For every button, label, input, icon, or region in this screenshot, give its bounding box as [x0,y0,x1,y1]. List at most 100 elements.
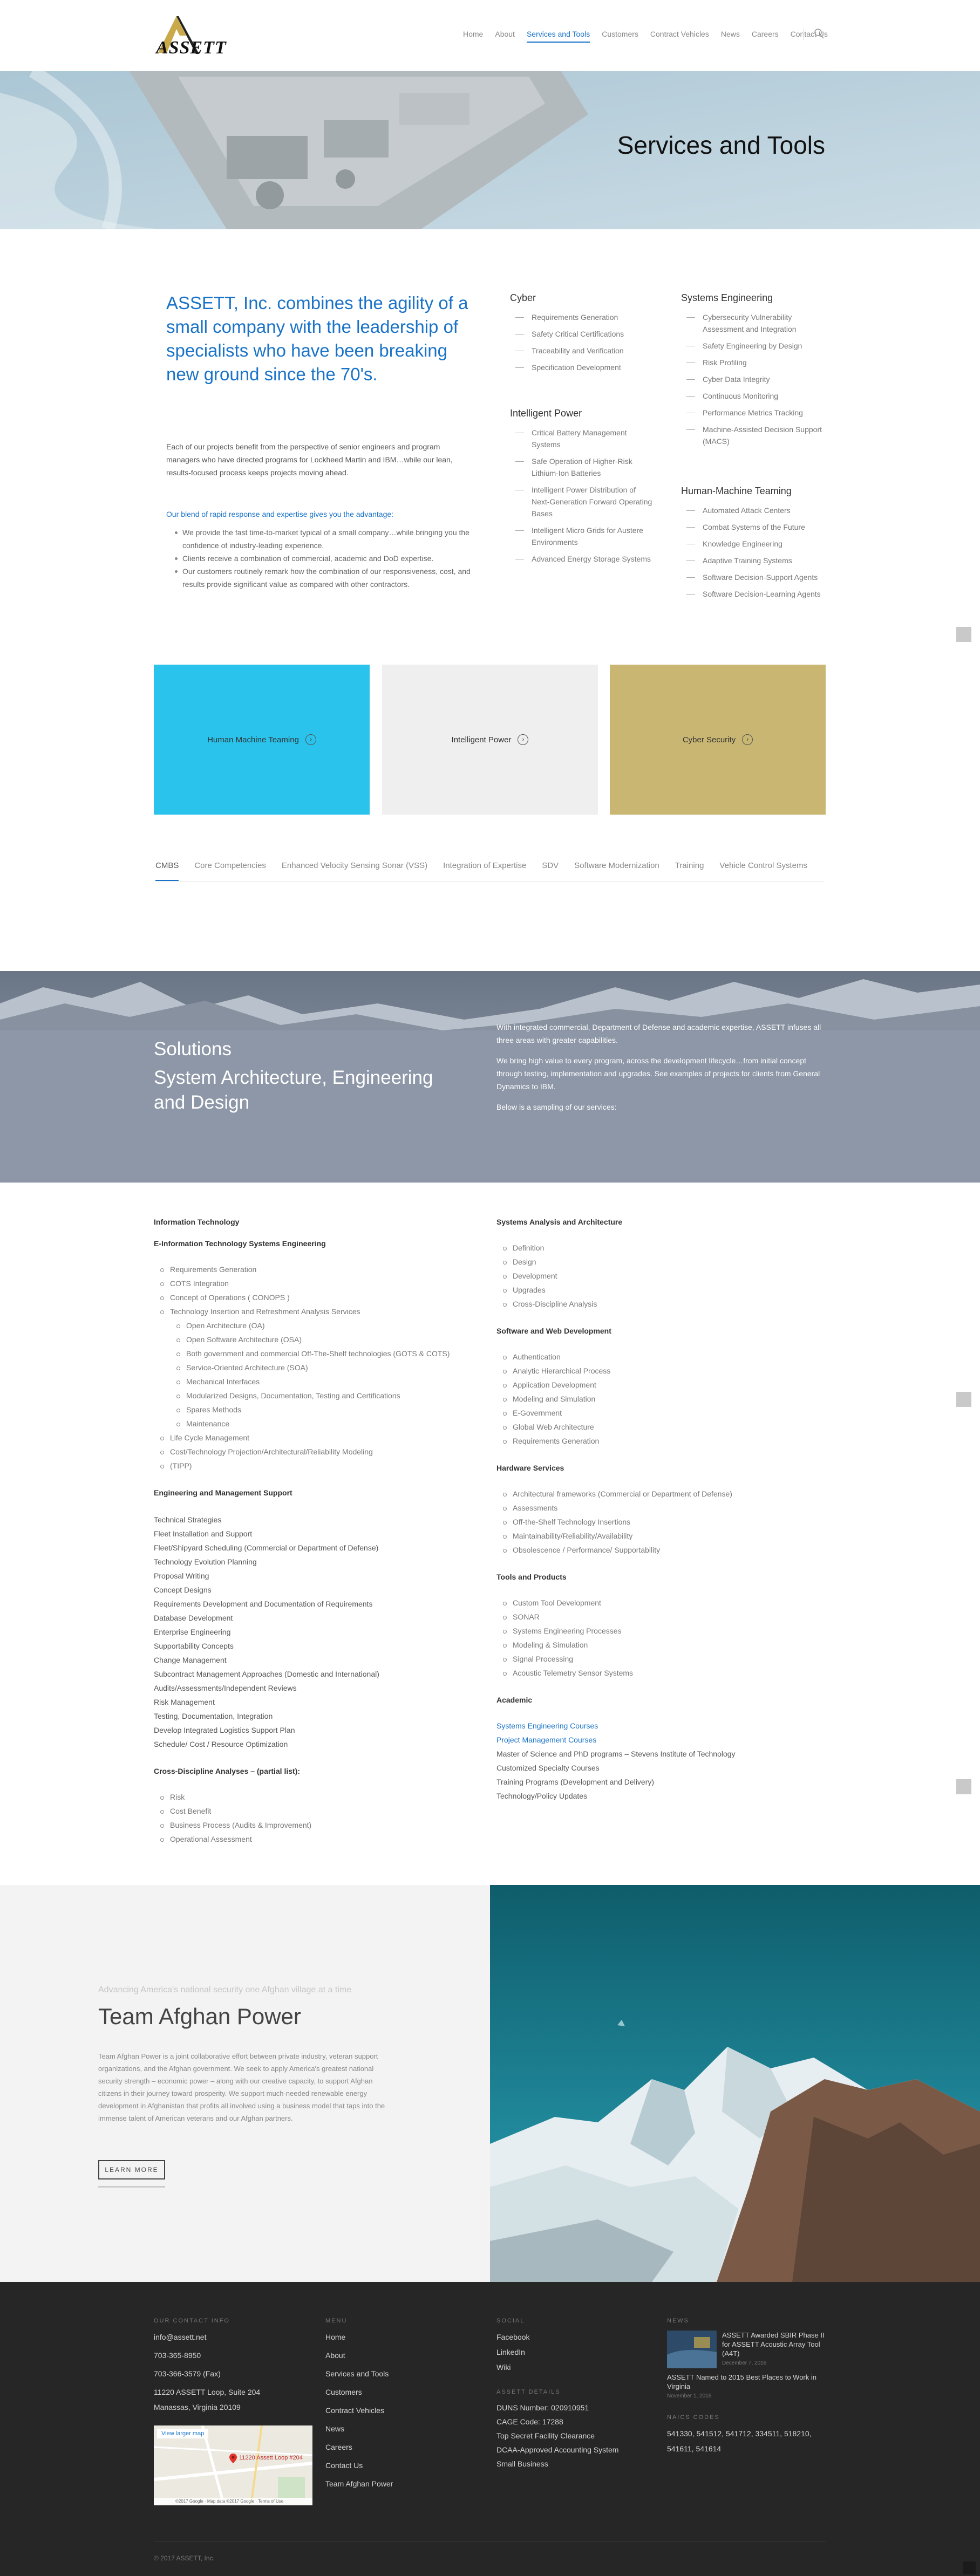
systems-analysis-heading: Systems Analysis and Architecture [496,1218,623,1226]
scroll-to-top-button[interactable] [956,1779,971,1794]
tab-training[interactable]: Training [675,861,704,881]
footer-menu: MENU Home About Services and Tools Custo… [325,2318,460,2491]
nav-contract-vehicles[interactable]: Contract Vehicles [650,30,709,43]
intro-headline: ASSETT, Inc. combines the agility of a s… [166,293,468,384]
list-item: Safety Critical Certifications [510,328,656,340]
list-item: We provide the fast time-to-market typic… [175,526,474,552]
search-icon[interactable] [814,28,825,40]
list-item: Authentication [496,1350,826,1364]
cyber-heading: Cyber [510,292,536,303]
list-item: Modularized Designs, Documentation, Test… [154,1389,478,1403]
intelligent-power-heading: Intelligent Power [510,408,582,419]
footer-menu-about[interactable]: About [325,2348,460,2363]
logo-wordmark: ASSETT [156,38,227,58]
cyber-security-card[interactable]: Cyber Security › [610,665,826,815]
list-item: Proposal Writing [154,1571,209,1580]
solutions-text: With integrated commercial, Department o… [496,1021,826,1121]
footer-address-line: Manassas, Virginia 20109 [154,2403,241,2411]
arrow-right-icon: › [518,734,529,745]
site-footer: OUR CONTACT INFO info@assett.net 703-365… [0,2282,980,2576]
list-item: Spares Methods [154,1403,478,1417]
intelligent-power-card[interactable]: Intelligent Power › [382,665,598,815]
facebook-link[interactable]: Facebook [496,2329,648,2345]
scroll-to-top-button[interactable] [956,1392,971,1407]
news-date: December 7, 2016 [722,2360,767,2366]
footer-email[interactable]: info@assett.net [154,2329,316,2345]
list-item: Concept of Operations ( CONOPS ) [154,1290,478,1304]
systems-engineering-heading: Systems Engineering [681,292,773,303]
list-item: Maintenance [154,1417,478,1431]
list-item: Technology Insertion and Refreshment Ana… [154,1304,478,1318]
footer-menu-careers[interactable]: Careers [325,2440,460,2455]
solutions-paragraph: With integrated commercial, Department o… [496,1023,821,1044]
systems-engineering-column: Systems Engineering Cybersecurity Vulner… [681,292,827,452]
list-item: Specification Development [510,361,656,373]
tab-integration-of-expertise[interactable]: Integration of Expertise [443,861,526,881]
footer-menu-team-afghan-power[interactable]: Team Afghan Power [325,2476,460,2491]
wiki-link[interactable]: Wiki [496,2360,648,2375]
list-item: Testing, Documentation, Integration [154,1712,273,1720]
list-item: Enterprise Engineering [154,1628,231,1636]
tab-vehicle-control-systems[interactable]: Vehicle Control Systems [719,861,807,881]
list-item: Intelligent Power Distribution of Next-G… [510,484,656,520]
tab-cmbs[interactable]: CMBS [155,861,179,881]
list-item: Design [496,1255,826,1269]
nav-news[interactable]: News [721,30,740,43]
systems-engineering-courses-link[interactable]: Systems Engineering Courses [496,1719,826,1733]
nav-home[interactable]: Home [463,30,483,43]
footer-phone[interactable]: 703-365-8950 [154,2348,316,2363]
card-label: Intelligent Power [451,735,512,744]
scroll-to-top-button[interactable] [956,627,971,642]
footer-menu-services[interactable]: Services and Tools [325,2366,460,2381]
footer-contact: OUR CONTACT INFO info@assett.net 703-365… [154,2318,316,2415]
tab-core-competencies[interactable]: Core Competencies [194,861,266,881]
solutions-band [0,971,980,1183]
footer-menu-customers[interactable]: Customers [325,2384,460,2400]
list-item: Development [496,1269,826,1283]
list-item: Upgrades [496,1283,826,1297]
view-larger-map-link[interactable]: View larger map [157,2429,209,2438]
page-title: Services and Tools [617,131,825,159]
nav-services-and-tools[interactable]: Services and Tools [526,30,590,43]
advantage-list: We provide the fast time-to-market typic… [175,526,474,591]
learn-more-button[interactable]: LEARN MORE [98,2160,165,2179]
location-map[interactable]: View larger map 11220 Assett Loop #204 ©… [154,2425,312,2505]
list-item: Application Development [496,1378,826,1392]
eit-list: Requirements Generation COTS Integration… [154,1262,478,1473]
list-item: Systems Engineering Processes [496,1624,826,1638]
list-item: Open Software Architecture (OSA) [154,1333,478,1347]
scroll-to-top-button[interactable] [963,2561,976,2574]
footer-menu-home[interactable]: Home [325,2329,460,2345]
list-item: E-Government [496,1406,826,1420]
linkedin-link[interactable]: LinkedIn [496,2345,648,2360]
tab-enhanced-velocity-sensing-sonar[interactable]: Enhanced Velocity Sensing Sonar (VSS) [282,861,427,881]
list-item: Concept Designs [154,1586,212,1594]
nav-customers[interactable]: Customers [602,30,638,43]
assett-logo[interactable]: ASSETT [154,14,246,58]
footer-social: SOCIAL Facebook LinkedIn Wiki ASSETT DET… [496,2318,648,2471]
tab-software-modernization[interactable]: Software Modernization [574,861,659,881]
list-item: Adaptive Training Systems [681,555,827,566]
duns-number: DUNS Number: 020910951 [496,2403,589,2412]
news-date: November 1, 2016 [667,2393,712,2399]
list-item: Architectural frameworks (Commercial or … [496,1487,826,1501]
list-item: Signal Processing [496,1652,826,1666]
footer-menu-contract-vehicles[interactable]: Contract Vehicles [325,2403,460,2418]
list-item: Technology Evolution Planning [154,1557,257,1566]
list-item: Training Programs (Development and Deliv… [496,1778,655,1786]
news-item[interactable]: ASSETT Awarded SBIR Phase II for ASSETT … [667,2331,829,2368]
right-services-column: Systems Analysis and Architecture Defini… [496,1215,826,1803]
list-item: Cyber Data Integrity [681,373,827,385]
list-item: Requirements Generation [154,1262,478,1276]
footer-menu-contact[interactable]: Contact Us [325,2458,460,2473]
footer-menu-news[interactable]: News [325,2421,460,2436]
card-label: Cyber Security [682,735,736,744]
tab-sdv[interactable]: SDV [542,861,559,881]
project-management-courses-link[interactable]: Project Management Courses [496,1733,826,1747]
news-item[interactable]: ASSETT Named to 2015 Best Places to Work… [667,2373,829,2399]
list-item: Risk Management [154,1698,215,1706]
nav-about[interactable]: About [495,30,515,43]
nav-careers[interactable]: Careers [752,30,779,43]
human-machine-teaming-card[interactable]: Human Machine Teaming › [154,665,370,815]
mountains-background-image [0,971,980,1183]
